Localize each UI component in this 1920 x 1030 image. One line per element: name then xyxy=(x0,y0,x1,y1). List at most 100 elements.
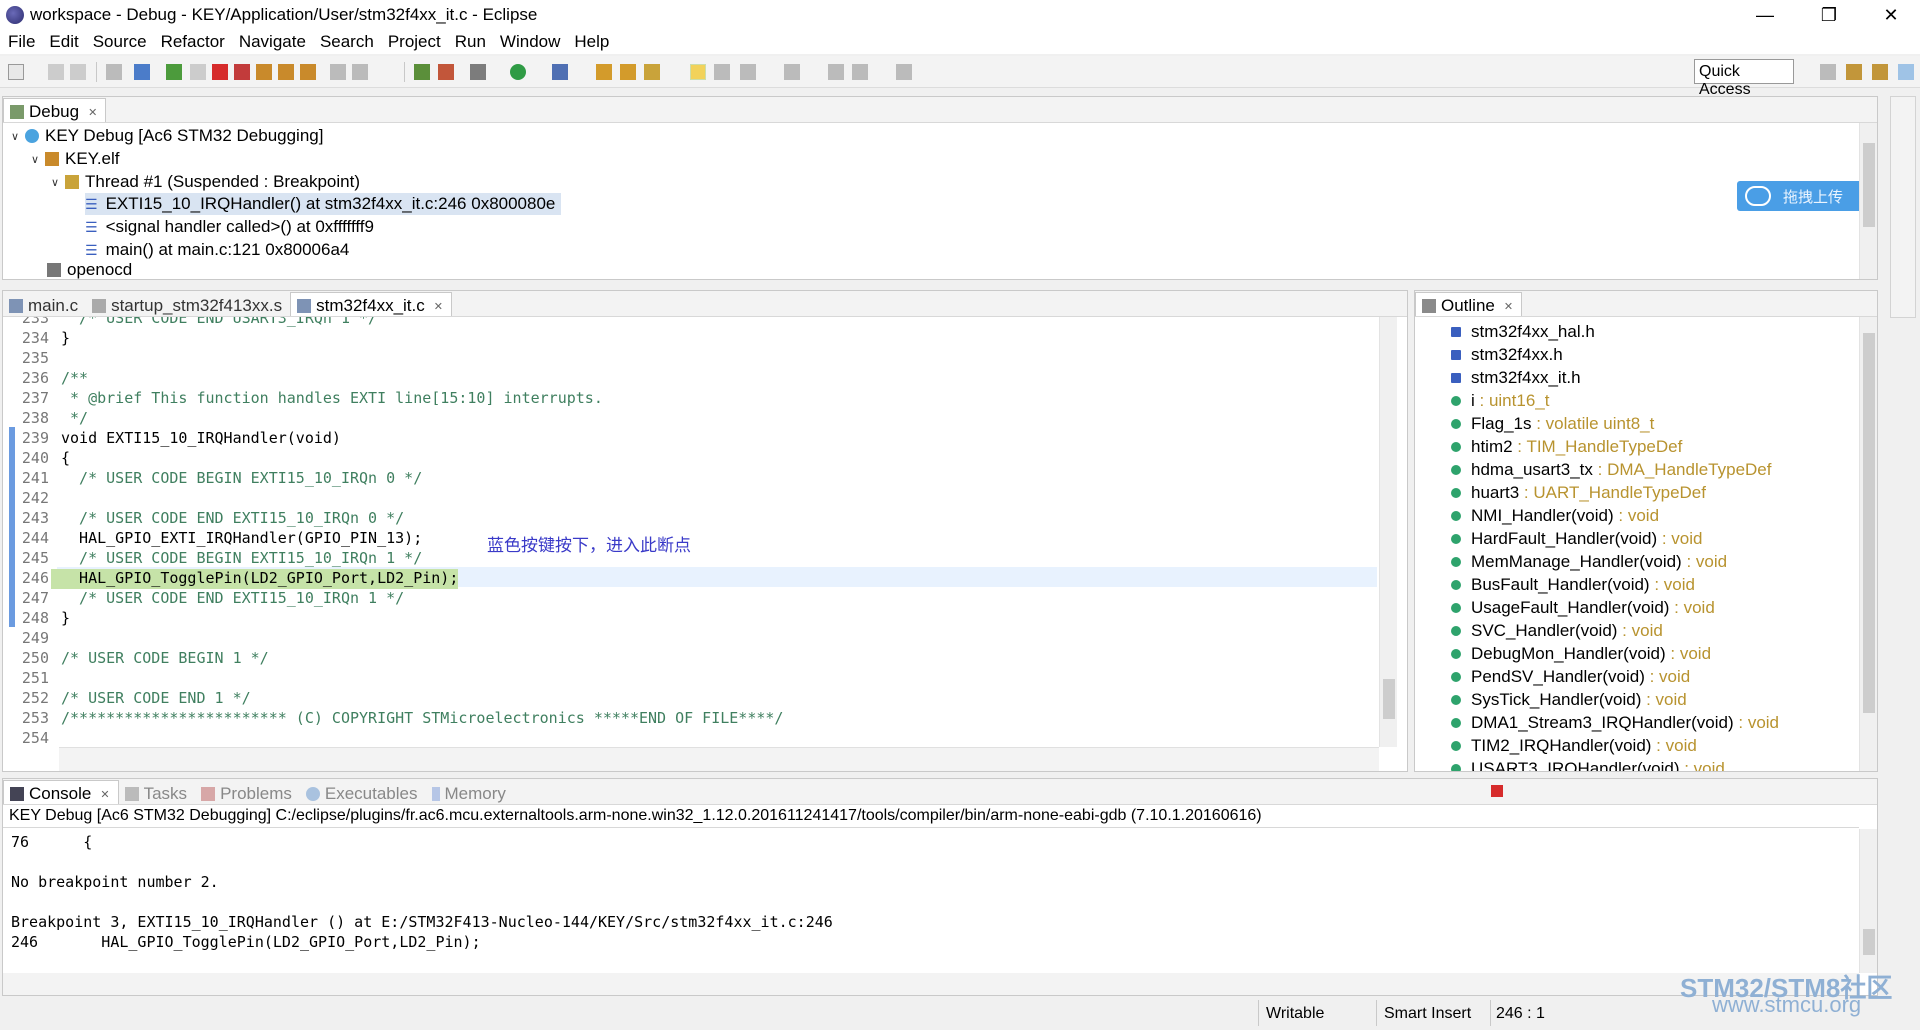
code-line[interactable]: 252 /* USER CODE END 1 */ xyxy=(3,689,251,709)
disconnect-icon[interactable] xyxy=(234,64,250,80)
outline-item[interactable]: UsageFault_Handler(void) : void xyxy=(1451,597,1715,619)
code-line[interactable]: 244 HAL_GPIO_EXTI_IRQHandler(GPIO_PIN_13… xyxy=(3,529,422,549)
close-icon[interactable]: ✕ xyxy=(100,788,109,801)
menu-navigate[interactable]: Navigate xyxy=(231,32,312,52)
minimize-button[interactable]: — xyxy=(1742,0,1788,30)
prev-annotation-icon[interactable] xyxy=(784,64,800,80)
open-perspective-icon[interactable] xyxy=(1820,64,1836,80)
chevron-down-icon[interactable]: ∨ xyxy=(11,130,21,143)
tree-item-frame[interactable]: ☰ main() at main.c:121 0x80006a4 xyxy=(85,239,349,261)
highlight-icon[interactable] xyxy=(690,64,706,80)
code-area[interactable]: 233 /* USER CODE END USART3_IRQn 1 */234… xyxy=(3,317,1379,747)
scrollbar-thumb[interactable] xyxy=(1863,929,1875,955)
menu-window[interactable]: Window xyxy=(492,32,566,52)
tree-item-frame[interactable]: ☰ <signal handler called>() at 0xfffffff… xyxy=(85,216,374,238)
code-line[interactable]: 236 /** xyxy=(3,369,88,389)
forward-icon[interactable] xyxy=(896,64,912,80)
close-icon[interactable]: ✕ xyxy=(88,106,97,119)
console-output[interactable]: 76 {No breakpoint number 2. Breakpoint 3,… xyxy=(3,829,1859,973)
tab-executables[interactable]: Executables xyxy=(300,780,426,804)
code-line[interactable]: 241 /* USER CODE BEGIN EXTI15_10_IRQn 0 … xyxy=(3,469,422,489)
chevron-down-icon[interactable]: ∨ xyxy=(31,153,41,166)
save-icon[interactable] xyxy=(48,64,64,80)
code-line[interactable]: 233 /* USER CODE END USART3_IRQn 1 */ xyxy=(3,317,377,329)
open-folder-icon[interactable] xyxy=(620,64,636,80)
code-line[interactable]: 246 HAL_GPIO_TogglePin(LD2_GPIO_Port,LD2… xyxy=(3,569,459,589)
tab-startup-s[interactable]: startup_stm32f413xx.s xyxy=(86,292,290,316)
code-line[interactable]: 235 xyxy=(3,349,61,369)
outline-item[interactable]: SVC_Handler(void) : void xyxy=(1451,620,1663,642)
editor-hscrollbar[interactable] xyxy=(59,747,1379,771)
tab-debug[interactable]: Debug ✕ xyxy=(3,98,107,122)
code-line[interactable]: 238 */ xyxy=(3,409,88,429)
outline-list[interactable]: stm32f4xx_hal.h stm32f4xx.h stm32f4xx_it.h… xyxy=(1415,317,1859,771)
terminate-icon[interactable] xyxy=(1491,785,1503,797)
menu-file[interactable]: File xyxy=(0,32,41,52)
outline-item[interactable]: BusFault_Handler(void) : void xyxy=(1451,574,1695,596)
cpp-perspective-icon[interactable] xyxy=(1846,64,1862,80)
tree-item-thread[interactable]: ∨ Thread #1 (Suspended : Breakpoint) xyxy=(51,171,360,193)
console-scrollbar[interactable] xyxy=(1859,829,1877,973)
code-line[interactable]: 250 /* USER CODE BEGIN 1 */ xyxy=(3,649,269,669)
menu-source[interactable]: Source xyxy=(85,32,153,52)
code-line[interactable]: 243 /* USER CODE END EXTI15_10_IRQn 0 */ xyxy=(3,509,404,529)
tab-console[interactable]: Console ✕ xyxy=(3,780,119,804)
outline-item[interactable]: PendSV_Handler(void) : void xyxy=(1451,666,1690,688)
menu-search[interactable]: Search xyxy=(312,32,380,52)
build-icon[interactable] xyxy=(106,64,122,80)
suspend-icon[interactable] xyxy=(190,64,206,80)
tree-item-frame-selected[interactable]: ☰ EXTI15_10_IRQHandler() at stm32f4xx_it… xyxy=(85,193,562,215)
outline-item[interactable]: NMI_Handler(void) : void xyxy=(1451,505,1659,527)
code-line[interactable]: 253 /************************ (C) COPYRIG… xyxy=(3,709,784,729)
tab-stm32f4xx-it-c[interactable]: stm32f4xx_it.c ✕ xyxy=(290,292,452,316)
run-icon[interactable] xyxy=(510,64,526,80)
restart-icon[interactable] xyxy=(414,64,430,80)
code-line[interactable]: 242 xyxy=(3,489,61,509)
next-annotation-icon[interactable] xyxy=(740,64,756,80)
menu-help[interactable]: Help xyxy=(566,32,615,52)
menu-run[interactable]: Run xyxy=(447,32,492,52)
terminate-icon[interactable] xyxy=(212,64,228,80)
drop-frame-icon[interactable] xyxy=(352,64,368,80)
code-line[interactable]: 239 void EXTI15_10_IRQHandler(void) xyxy=(3,429,341,449)
step-over-icon[interactable] xyxy=(278,64,294,80)
tab-problems[interactable]: Problems xyxy=(195,780,300,804)
tab-main-c[interactable]: main.c xyxy=(3,292,86,316)
outline-item[interactable]: Flag_1s : volatile uint8_t xyxy=(1451,413,1654,435)
tree-item-openocd[interactable]: openocd xyxy=(47,261,132,279)
scrollbar-thumb[interactable] xyxy=(1863,333,1875,713)
tree-item-elf[interactable]: ∨ KEY.elf xyxy=(31,148,120,170)
skip-breakpoints-icon[interactable] xyxy=(134,64,150,80)
outline-scrollbar[interactable] xyxy=(1859,317,1877,771)
last-edit-icon[interactable] xyxy=(828,64,844,80)
code-line[interactable]: 247 /* USER CODE END EXTI15_10_IRQn 1 */ xyxy=(3,589,404,609)
back-icon[interactable] xyxy=(852,64,868,80)
resume-icon[interactable] xyxy=(166,64,182,80)
code-line[interactable]: 251 xyxy=(3,669,61,689)
outline-item[interactable]: i : uint16_t xyxy=(1451,390,1549,412)
external-tools-icon[interactable] xyxy=(552,64,568,80)
step-return-icon[interactable] xyxy=(300,64,316,80)
scrollbar-thumb[interactable] xyxy=(1383,679,1395,719)
close-icon[interactable]: ✕ xyxy=(1504,300,1513,313)
open-type-icon[interactable] xyxy=(596,64,612,80)
new-icon[interactable] xyxy=(8,64,24,80)
tab-tasks[interactable]: Tasks xyxy=(119,780,195,804)
menu-edit[interactable]: Edit xyxy=(41,32,84,52)
debug-scrollbar[interactable] xyxy=(1859,123,1877,279)
outline-item[interactable]: hdma_usart3_tx : DMA_HandleTypeDef xyxy=(1451,459,1772,481)
outline-item[interactable]: DMA1_Stream3_IRQHandler(void) : void xyxy=(1451,712,1779,734)
outline-item[interactable]: htim2 : TIM_HandleTypeDef xyxy=(1451,436,1682,458)
code-line[interactable]: 234} xyxy=(3,329,70,349)
outline-item[interactable]: HardFault_Handler(void) : void xyxy=(1451,528,1703,550)
outline-item[interactable]: stm32f4xx_hal.h xyxy=(1451,321,1595,343)
code-line[interactable]: 245 /* USER CODE BEGIN EXTI15_10_IRQn 1 … xyxy=(3,549,422,569)
code-line[interactable]: 248} xyxy=(3,609,70,629)
menu-refactor[interactable]: Refactor xyxy=(153,32,231,52)
code-line[interactable]: 240 { xyxy=(3,449,70,469)
close-button[interactable]: ✕ xyxy=(1868,0,1914,30)
outline-item[interactable]: TIM2_IRQHandler(void) : void xyxy=(1451,735,1697,757)
upload-button[interactable]: 拖拽上传 xyxy=(1737,181,1867,211)
instruction-step-icon[interactable] xyxy=(330,64,346,80)
outline-item[interactable]: stm32f4xx.h xyxy=(1451,344,1563,366)
